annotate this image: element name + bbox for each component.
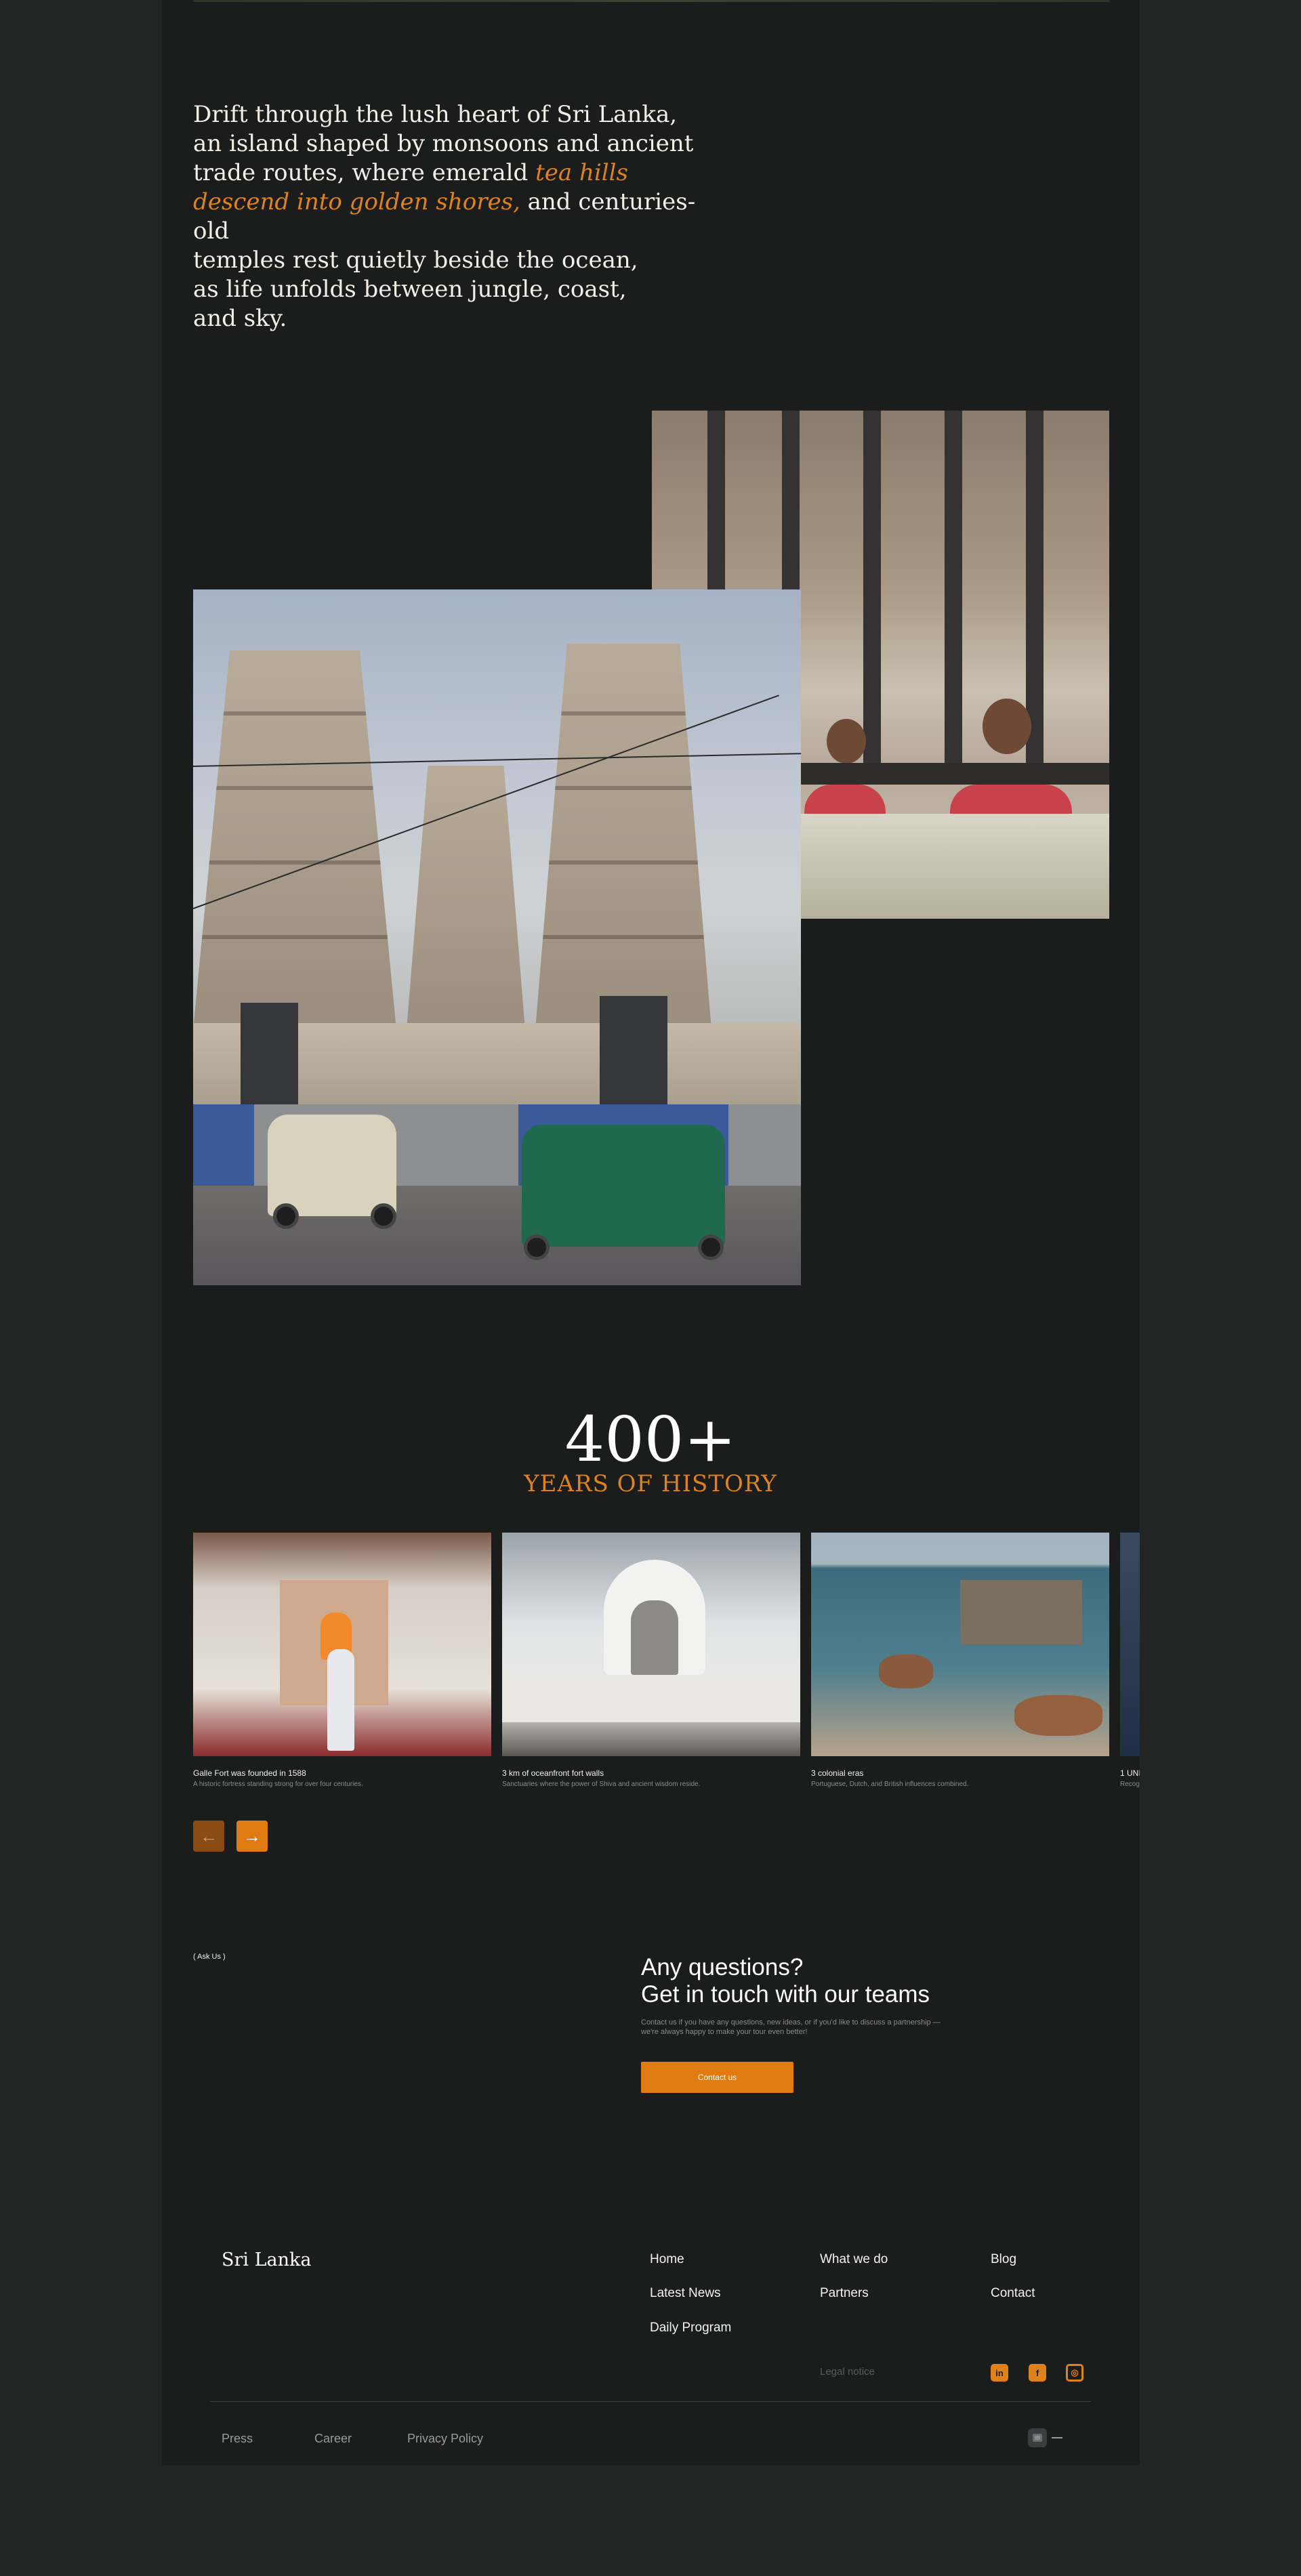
intro-line: Drift through the lush heart of Sri Lank…	[193, 101, 678, 128]
intro-line: and sky.	[193, 305, 287, 332]
footer-link-partners[interactable]: Partners	[820, 2286, 869, 2301]
temple-tower	[535, 644, 711, 1030]
tower-band	[193, 860, 396, 865]
contact-heading-line: Any questions?	[641, 1954, 804, 1980]
rock	[1014, 1695, 1102, 1736]
carousel-card[interactable]: 1 UNI Recog	[1120, 1533, 1140, 1789]
intro-line: temples rest quietly beside the ocean,	[193, 247, 638, 274]
partial-card-image	[1120, 1533, 1140, 1756]
fence-bar	[1026, 411, 1044, 763]
card-description: Recog	[1120, 1781, 1140, 1788]
green-tuk-tuk	[522, 1125, 725, 1247]
temple-shrine	[407, 766, 525, 1030]
blue-wall	[193, 1104, 254, 1186]
contact-description: Contact us if you have any questions, ne…	[641, 2018, 959, 2037]
white-tuk-tuk	[268, 1115, 396, 1216]
card-description: A historic fortress standing strong for …	[193, 1781, 363, 1788]
temple-tower	[193, 650, 396, 1030]
contact-heading-line: Get in touch with our teams	[641, 1981, 930, 2008]
legal-notice-link[interactable]: Legal notice	[820, 2366, 875, 2377]
facts-carousel: Galle Fort was founded in 1588 A histori…	[193, 1533, 1140, 1797]
footer-link-what-we-do[interactable]: What we do	[820, 2252, 888, 2267]
card-description: Portuguese, Dutch, and British influence…	[811, 1781, 969, 1788]
card-title: Galle Fort was founded in 1588	[193, 1768, 306, 1778]
language-selector-dash[interactable]	[1052, 2437, 1062, 2438]
linkedin-icon[interactable]: in	[991, 2364, 1008, 2382]
press-link[interactable]: Press	[222, 2432, 253, 2446]
tuk-wheel	[698, 1234, 724, 1260]
card-title: 3 km of oceanfront fort walls	[502, 1768, 604, 1778]
contact-text-line: we're always happy to make your tour eve…	[641, 2028, 808, 2036]
arrow-left-icon: ←	[200, 1826, 218, 1846]
tower-band	[535, 860, 711, 865]
fence-bar	[945, 411, 962, 763]
card-title: 1 UNI	[1120, 1768, 1140, 1778]
tuk-wheel	[524, 1234, 550, 1260]
child-face	[827, 719, 866, 764]
intro-line: an island shaped by monsoons and ancient	[193, 130, 694, 157]
rock	[879, 1655, 933, 1688]
temple-photo	[193, 589, 801, 1285]
career-link[interactable]: Career	[314, 2432, 352, 2446]
contact-us-button[interactable]: Contact us	[641, 2062, 793, 2093]
footer-divider	[210, 2401, 1091, 2402]
carousel-next-button[interactable]: →	[236, 1821, 268, 1852]
footer-link-blog[interactable]: Blog	[991, 2252, 1016, 2267]
carousel-card[interactable]: 3 colonial eras Portuguese, Dutch, and B…	[811, 1533, 1109, 1789]
white-stupa-image	[502, 1533, 800, 1756]
coast-rocks-image	[811, 1533, 1109, 1756]
intro-accent: descend into golden shores,	[193, 188, 520, 215]
contact-text-line: Contact us if you have any questions, ne…	[641, 2018, 941, 2027]
buddha-statue	[631, 1600, 678, 1675]
carousel-prev-button[interactable]: ←	[193, 1821, 224, 1852]
footer-link-home[interactable]: Home	[650, 2252, 684, 2267]
tower-band	[535, 935, 711, 939]
facebook-icon[interactable]: f	[1029, 2364, 1046, 2382]
flag-glyph	[1033, 2434, 1042, 2442]
language-flag-icon[interactable]	[1028, 2428, 1047, 2447]
temple-terrace	[502, 1675, 800, 1722]
carousel-card[interactable]: 3 km of oceanfront fort walls Sanctuarie…	[502, 1533, 800, 1789]
child-face	[983, 699, 1031, 754]
instagram-icon[interactable]: ◎	[1066, 2364, 1083, 2382]
tower-band	[535, 786, 711, 790]
stat-label: YEARS OF HISTORY	[524, 1470, 777, 1497]
stat-number: 400+	[564, 1403, 737, 1476]
footer-link-daily-program[interactable]: Daily Program	[650, 2321, 731, 2335]
card-title: 3 colonial eras	[811, 1768, 864, 1778]
tower-band	[193, 786, 396, 790]
footer-link-contact[interactable]: Contact	[991, 2286, 1035, 2301]
gray-wall	[728, 1104, 801, 1186]
fort-wall	[960, 1580, 1082, 1644]
tower-band	[535, 711, 711, 715]
intro-paragraph: Drift through the lush heart of Sri Lank…	[193, 100, 708, 333]
temple-door	[600, 996, 667, 1104]
privacy-policy-link[interactable]: Privacy Policy	[407, 2432, 483, 2446]
intro-line: as life unfolds between jungle, coast,	[193, 276, 627, 303]
intro-accent: tea hills	[535, 159, 628, 186]
tuk-wheel	[273, 1203, 299, 1229]
worshipper	[327, 1649, 354, 1751]
top-divider	[193, 0, 1109, 2]
arrow-right-icon: →	[243, 1826, 261, 1846]
tower-band	[193, 711, 396, 715]
buddha-shrine-image	[193, 1533, 491, 1756]
tuk-wheel	[371, 1203, 396, 1229]
card-description: Sanctuaries where the power of Shiva and…	[502, 1781, 701, 1788]
intro-line: trade routes, where emerald	[193, 159, 529, 186]
carousel-card[interactable]: Galle Fort was founded in 1588 A histori…	[193, 1533, 491, 1789]
temple-door	[241, 1003, 298, 1104]
ask-us-tag: ( Ask Us )	[193, 1953, 226, 1961]
fence-bar	[863, 411, 881, 763]
tower-band	[193, 935, 396, 939]
contact-heading: Any questions? Get in touch with our tea…	[641, 1954, 1048, 2008]
footer-link-latest-news[interactable]: Latest News	[650, 2286, 721, 2301]
footer-brand[interactable]: Sri Lanka	[222, 2249, 312, 2270]
